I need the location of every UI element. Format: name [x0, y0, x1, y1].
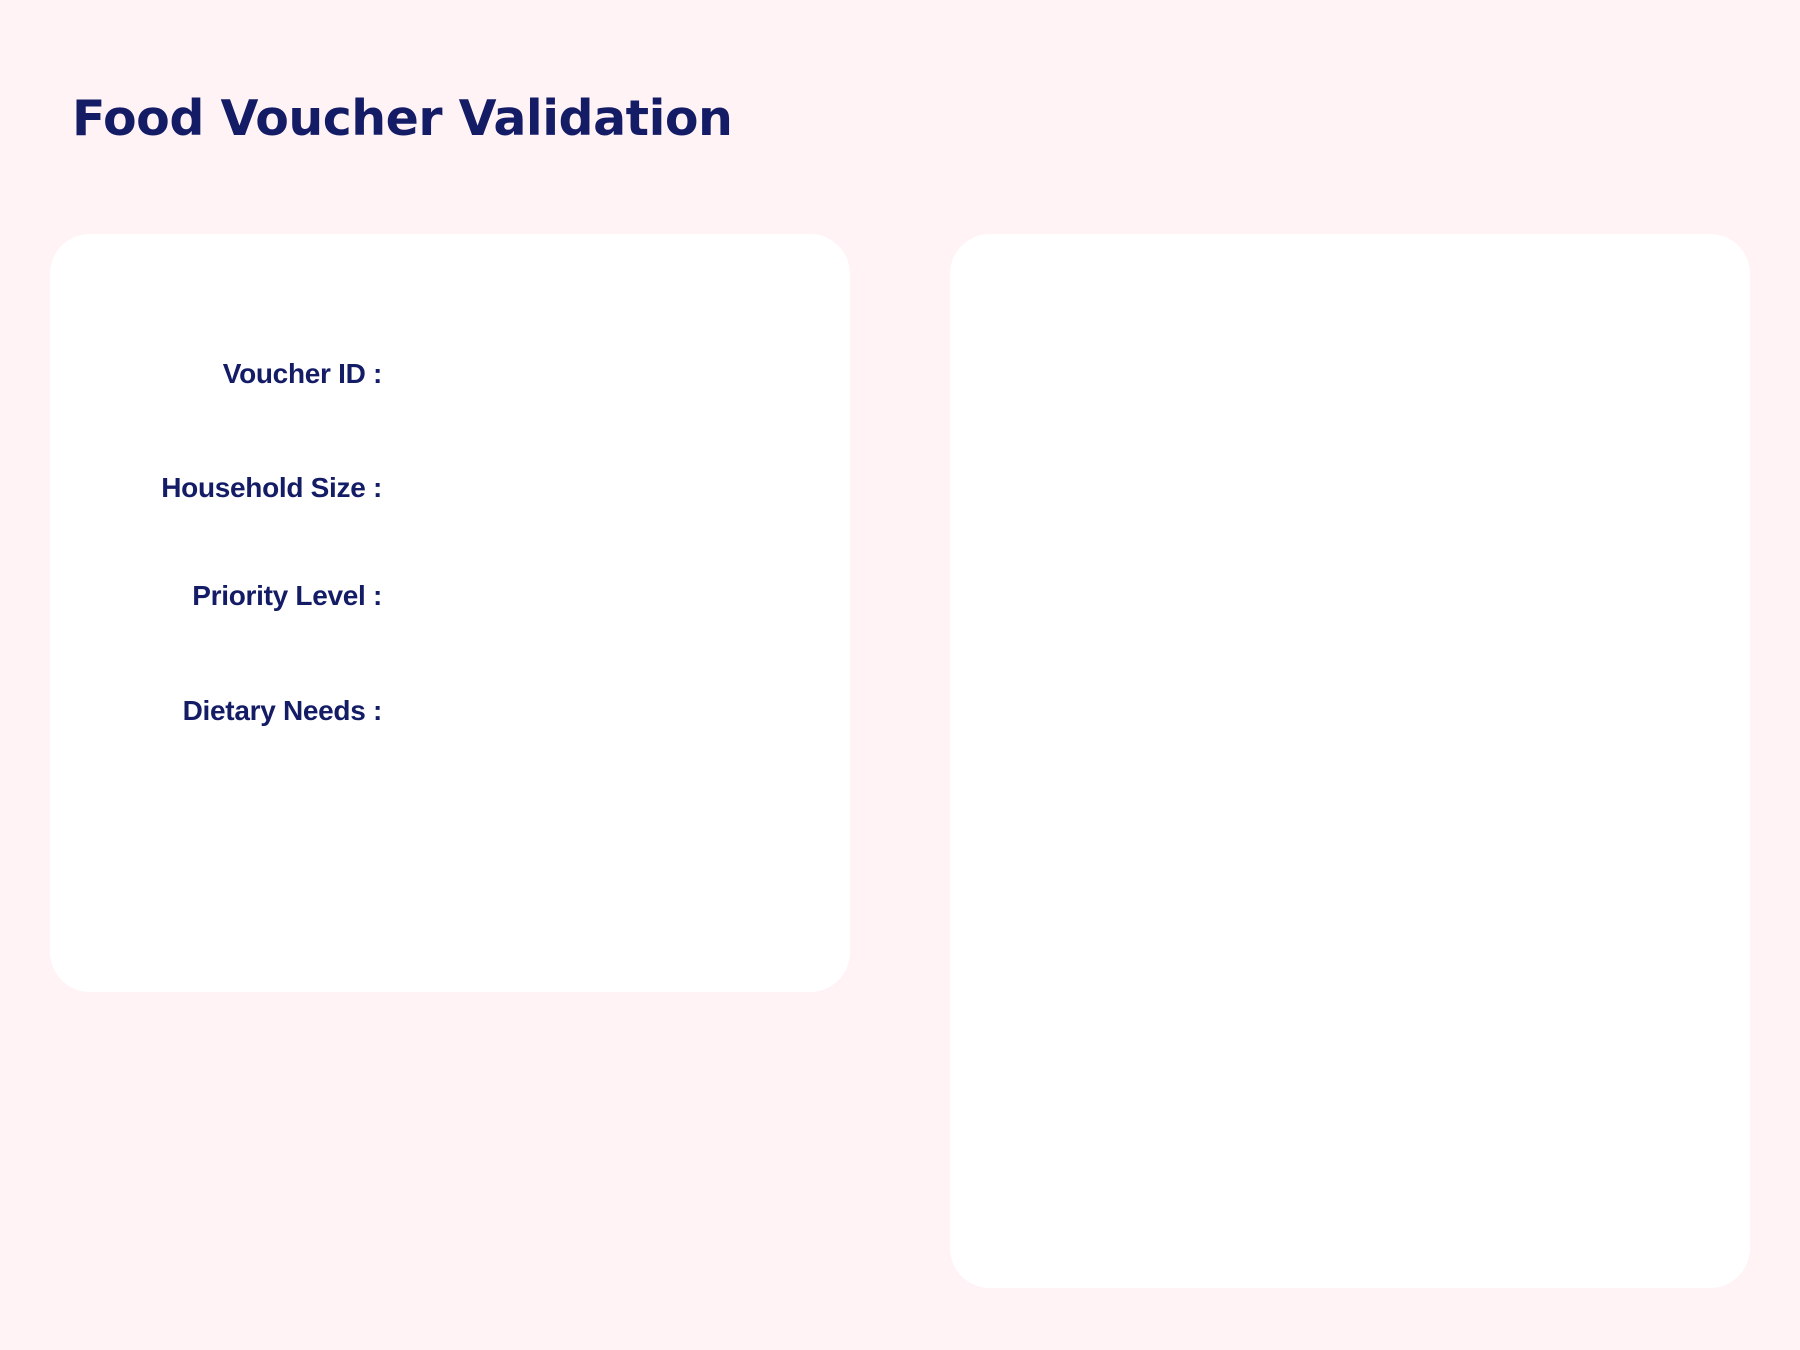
priority-level-label: Priority Level :: [192, 580, 382, 611]
voucher-id-label: Voucher ID :: [222, 358, 383, 389]
voucher-preview-panel: [950, 234, 1750, 1288]
priority-level-value: [400, 576, 800, 616]
household-size-value: [400, 468, 800, 508]
dietary-needs-value: [400, 691, 800, 731]
voucher-details-panel: Voucher ID : Household Size : Priority L…: [50, 234, 850, 992]
voucher-id-value: [400, 354, 800, 394]
household-size-label: Household Size :: [161, 472, 382, 503]
page-title: Food Voucher Validation: [72, 90, 733, 147]
dietary-needs-label: Dietary Needs :: [182, 695, 383, 726]
